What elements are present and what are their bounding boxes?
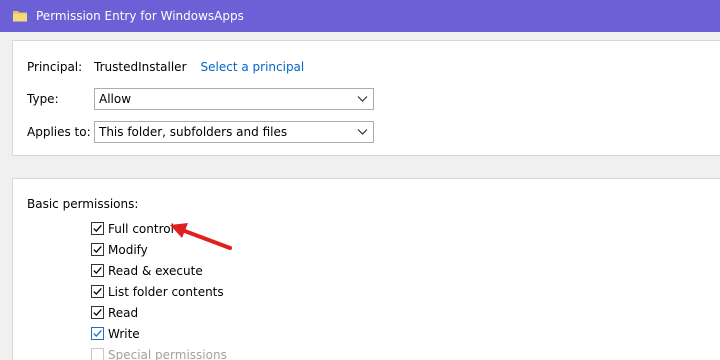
folder-icon	[12, 8, 28, 24]
checkbox[interactable]	[91, 327, 104, 340]
checkbox	[91, 348, 104, 360]
type-row: Type: Allow	[27, 88, 374, 110]
permission-label: Special permissions	[108, 347, 227, 360]
principal-name: TrustedInstaller	[94, 60, 187, 74]
window-title: Permission Entry for WindowsApps	[36, 9, 244, 23]
permission-label: Modify	[108, 242, 148, 257]
permission-read-execute[interactable]: Read & execute	[91, 260, 227, 281]
applies-to-label: Applies to:	[27, 125, 91, 139]
checkbox[interactable]	[91, 306, 104, 319]
permission-list-folder-contents[interactable]: List folder contents	[91, 281, 227, 302]
check-icon	[93, 245, 102, 254]
principal-label: Principal:	[27, 60, 83, 74]
applies-to-row: Applies to: This folder, subfolders and …	[27, 121, 374, 143]
permission-label: Full control	[108, 221, 174, 236]
applies-to-dropdown[interactable]: This folder, subfolders and files	[94, 121, 374, 143]
checkbox[interactable]	[91, 285, 104, 298]
check-icon	[93, 308, 102, 317]
permission-label: Read & execute	[108, 263, 203, 278]
window-left-edge	[0, 32, 12, 360]
check-icon	[93, 287, 102, 296]
permission-read[interactable]: Read	[91, 302, 227, 323]
permission-entry-window: Permission Entry for WindowsApps Princip…	[0, 0, 720, 360]
principal-row: Principal: TrustedInstaller Select a pri…	[27, 60, 304, 74]
basic-permissions-title: Basic permissions:	[27, 197, 139, 211]
permissions-panel: Basic permissions: Full control Modify R…	[12, 178, 720, 360]
check-icon	[93, 329, 102, 338]
permission-write[interactable]: Write	[91, 323, 227, 344]
type-dropdown[interactable]: Allow	[94, 88, 374, 110]
permission-special: Special permissions	[91, 344, 227, 360]
permission-label: Read	[108, 305, 139, 320]
checkbox[interactable]	[91, 222, 104, 235]
type-label: Type:	[27, 92, 59, 106]
type-dropdown-value: Allow	[99, 92, 132, 106]
title-bar: Permission Entry for WindowsApps	[0, 0, 720, 32]
select-principal-link[interactable]: Select a principal	[201, 60, 305, 74]
check-icon	[93, 266, 102, 275]
permission-label: Write	[108, 326, 140, 341]
applies-to-dropdown-value: This folder, subfolders and files	[99, 125, 288, 139]
principal-panel: Principal: TrustedInstaller Select a pri…	[12, 40, 720, 156]
permission-label: List folder contents	[108, 284, 224, 299]
chevron-down-icon	[357, 96, 368, 102]
checkbox[interactable]	[91, 243, 104, 256]
checkbox[interactable]	[91, 264, 104, 277]
check-icon	[93, 224, 102, 233]
chevron-down-icon	[357, 129, 368, 135]
red-arrow-icon	[170, 223, 232, 250]
